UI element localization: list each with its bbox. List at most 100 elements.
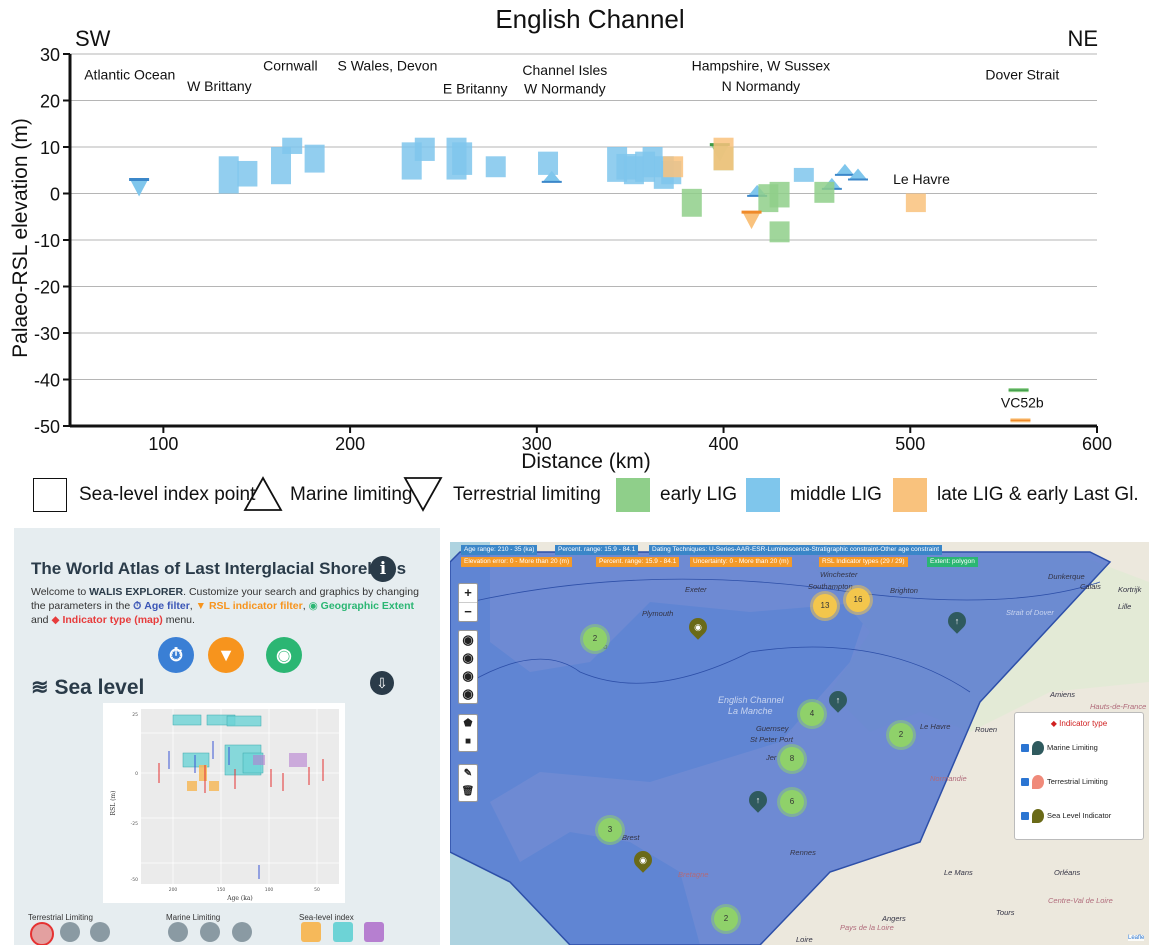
legend-label: middle LIG	[790, 484, 882, 505]
index-symbol-button[interactable]	[333, 922, 353, 942]
checkbox-icon[interactable]	[1021, 812, 1029, 820]
marine-limiting-pin[interactable]: ↑	[944, 608, 970, 634]
y-tick-label: 0	[50, 185, 60, 205]
region-label: W Brittany	[187, 78, 252, 94]
cluster-marker[interactable]: 2	[889, 723, 913, 747]
filter-chip-age[interactable]: Age range: 210 - 35 (ka)	[461, 545, 538, 555]
draw-rectangle-icon[interactable]: ■	[459, 733, 477, 751]
waves-icon: ≋	[31, 676, 49, 699]
place-label: Loire	[796, 935, 813, 944]
marine-limiting-mark	[835, 163, 854, 175]
cluster-marker[interactable]: 6	[780, 790, 804, 814]
welcome-text: Welcome to WALIS EXPLORER. Customize you…	[31, 586, 419, 626]
sea-level-indicator-pin[interactable]: ◉	[685, 614, 711, 640]
trash-icon[interactable]: 🗑	[459, 783, 477, 801]
data-box	[769, 221, 790, 243]
y-tick-label: -20	[34, 278, 60, 298]
info-icon[interactable]: i	[370, 556, 396, 582]
globe-asia-icon[interactable]: ◉	[459, 685, 477, 703]
legend-index-point-symbol	[33, 478, 67, 512]
legend-row-sea-level[interactable]: Sea Level Indicator	[1021, 809, 1111, 823]
cluster-marker[interactable]: 16	[846, 588, 870, 612]
cluster-marker[interactable]: 8	[780, 747, 804, 771]
cluster-marker[interactable]: 13	[813, 594, 837, 618]
age-filter-button[interactable]: ⏱	[158, 637, 194, 673]
stopwatch-icon: ⏱	[133, 600, 142, 612]
data-box	[452, 142, 473, 175]
rsl-filter-button[interactable]: ▼	[208, 637, 244, 673]
place-label: Angers	[882, 914, 906, 923]
map-attribution[interactable]: Leafle	[1128, 935, 1145, 941]
marine-symbol-button[interactable]	[168, 922, 188, 942]
checkbox-icon[interactable]	[1021, 744, 1029, 752]
terrestrial-limiting-group-label: Terrestrial Limiting	[28, 913, 93, 922]
zoom-in-button[interactable]: +	[459, 584, 477, 602]
index-symbol-button[interactable]	[301, 922, 321, 942]
draw-polygon-icon[interactable]: ⬟	[459, 715, 477, 733]
region-label: Le Havre	[893, 171, 950, 187]
walis-title: The World Atlas of Last Interglacial Sho…	[31, 559, 407, 578]
data-box	[713, 137, 734, 171]
filter-chip-elevation[interactable]: Elevation error: 0 - More than 20 (m)	[461, 557, 573, 567]
place-label: Plymouth	[642, 609, 674, 618]
mini-y-tick: -25	[131, 821, 138, 827]
cluster-marker[interactable]: 2	[714, 907, 738, 931]
x-tick-label: 200	[335, 434, 365, 454]
sea-level-indicator-pin[interactable]: ◉	[630, 847, 656, 873]
terrestrial-symbol-button[interactable]	[60, 922, 80, 942]
marine-limiting-group-label: Marine Limiting	[166, 913, 221, 922]
english-channel-chart: English Channel SW NE Atlantic Ocean W Br…	[9, 4, 1112, 473]
place-label: Brighton	[890, 586, 918, 595]
y-tick-label: -30	[34, 324, 60, 344]
globe-world-icon[interactable]: ◉	[459, 631, 477, 649]
cluster-marker[interactable]: 4	[800, 702, 824, 726]
geographic-extent-button[interactable]: ◉	[266, 637, 302, 673]
globe-africa-icon[interactable]: ◉	[459, 667, 477, 685]
cluster-marker[interactable]: 3	[598, 818, 622, 842]
place-label: St Peter Port	[750, 735, 793, 744]
index-symbol-button[interactable]	[364, 922, 384, 942]
filter-chip-percent-2[interactable]: Percent. range: 15.9 - 84.1	[596, 557, 680, 567]
y-tick-label: -40	[34, 371, 60, 391]
globe-europe-icon[interactable]: ◉	[459, 649, 477, 667]
edit-icon[interactable]: ✎	[459, 765, 477, 783]
cluster-marker[interactable]: 2	[583, 627, 607, 651]
legend-label: Terrestrial limiting	[453, 484, 601, 505]
filter-chip-extent[interactable]: Extent: polygon	[927, 557, 978, 567]
checkbox-icon[interactable]	[1021, 778, 1029, 786]
place-label: Guernsey	[756, 724, 789, 733]
marine-symbol-button[interactable]	[232, 922, 252, 942]
terrestrial-symbol-button[interactable]	[30, 922, 54, 945]
filter-chip-uncertainty[interactable]: Uncertainty: 0 - More than 20 (m)	[690, 557, 792, 567]
legend-row-marine[interactable]: Marine Limiting	[1021, 741, 1098, 755]
data-box	[304, 144, 325, 173]
region-labels: Atlantic Ocean W Brittany Cornwall S Wales,…	[84, 57, 1059, 410]
filter-chip-indicator[interactable]: RSL Indicator types (29 / 29)	[819, 557, 908, 567]
marine-limiting-pin[interactable]: ↑	[745, 787, 771, 813]
filter-chip-dating[interactable]: Dating Techniques: U-Series-AAR-ESR-Lumi…	[649, 545, 943, 555]
region-label: Cornwall	[263, 57, 317, 73]
data-box	[681, 188, 702, 217]
axes: 3020100-10-20-30-40-50100 200 300 400 500 600	[34, 45, 1112, 454]
legend-label: Marine limiting	[290, 484, 413, 505]
marine-symbol-button[interactable]	[200, 922, 220, 942]
legend-row-terrestrial[interactable]: Terrestrial Limiting	[1021, 775, 1108, 789]
place-label: Rennes	[790, 848, 816, 857]
zoom-control: + −	[458, 583, 478, 622]
mini-x-tick: 100	[265, 887, 274, 893]
legend-terrestrial-symbol	[403, 477, 443, 512]
zoom-out-button[interactable]: −	[459, 602, 477, 621]
mini-y-axis-label: RSL (m)	[110, 791, 117, 816]
marine-limiting-pin[interactable]: ↑	[825, 687, 851, 713]
place-label: Winchester	[820, 570, 858, 579]
map-view[interactable]: Age range: 210 - 35 (ka) Percent. range:…	[450, 542, 1149, 945]
terrestrial-symbol-button[interactable]	[90, 922, 110, 942]
marker-icon: ◆	[51, 614, 60, 626]
region-label: W Normandy	[524, 81, 606, 97]
data-box	[414, 137, 435, 161]
download-icon[interactable]: ⇩	[370, 671, 394, 695]
x-tick-label: 600	[1082, 434, 1112, 454]
draw-control: ⬟ ■	[458, 714, 478, 752]
place-label: Tours	[996, 908, 1015, 917]
filter-chip-percent[interactable]: Percent. range: 15.9 - 84.1	[555, 545, 639, 555]
